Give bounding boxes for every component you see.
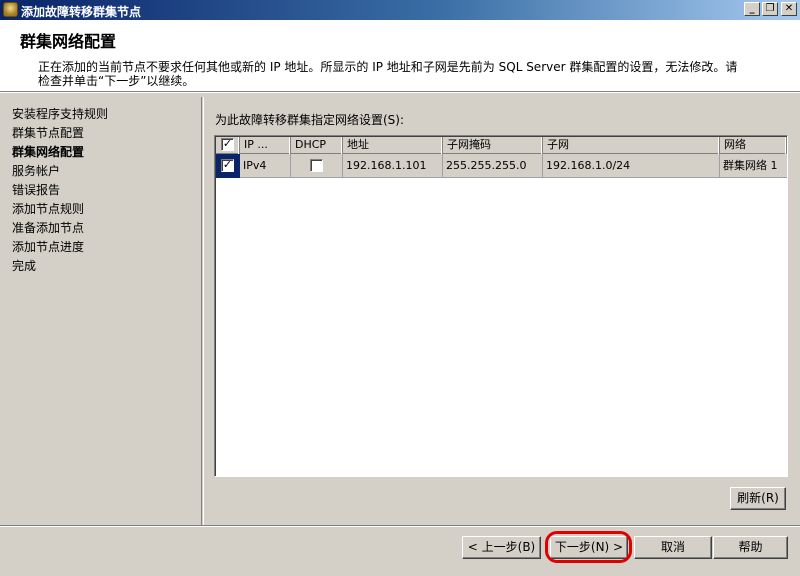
page-title: 群集网络配置 xyxy=(20,32,117,51)
refresh-button[interactable]: 刷新(R) xyxy=(730,487,786,510)
minimize-button[interactable]: _ xyxy=(744,2,760,16)
wizard-steps-nav: 安装程序支持规则 群集节点配置 群集网络配置 服务帐户 错误报告 添加节点规则 … xyxy=(0,97,202,525)
cell-network: 群集网络 1 xyxy=(723,159,778,172)
wizard-window: 添加故障转移群集节点 _ ❐ ✕ 群集网络配置 正在添加的当前节点不要求任何其他… xyxy=(0,0,800,576)
cell-address: 192.168.1.101 xyxy=(343,154,443,178)
grid-header: ✓ IP ... DHCP 地址 子网掩码 子网 网络 xyxy=(216,137,787,154)
help-button[interactable]: 帮助 xyxy=(713,536,788,559)
nav-item-ready-to-add-node[interactable]: 准备添加节点 xyxy=(12,219,84,236)
app-icon xyxy=(3,2,18,17)
nav-divider xyxy=(203,97,204,525)
nav-item-cluster-network-config[interactable]: 群集网络配置 xyxy=(12,143,84,160)
cancel-button[interactable]: 取消 xyxy=(634,536,712,559)
nav-item-cluster-node-config[interactable]: 群集节点配置 xyxy=(12,124,84,141)
network-settings-grid[interactable]: ✓ IP ... DHCP 地址 子网掩码 子网 网络 ✓ IPv4 192.1… xyxy=(214,135,788,477)
column-header-dhcp[interactable]: DHCP xyxy=(291,137,343,154)
nav-item-complete[interactable]: 完成 xyxy=(12,257,36,274)
column-header-network[interactable]: 网络 xyxy=(720,137,787,154)
title-bar[interactable]: 添加故障转移群集节点 _ ❐ ✕ xyxy=(0,0,800,20)
row-select-cell[interactable]: ✓ xyxy=(216,154,240,178)
header-divider xyxy=(0,92,800,93)
window-title: 添加故障转移群集节点 xyxy=(21,5,142,19)
dhcp-checkbox[interactable] xyxy=(310,159,323,172)
next-button-highlight-annotation xyxy=(545,531,632,563)
nav-item-add-node-rules[interactable]: 添加节点规则 xyxy=(12,200,84,217)
column-header-ip-type[interactable]: IP ... xyxy=(240,137,291,154)
network-settings-label: 为此故障转移群集指定网络设置(S): xyxy=(215,113,405,127)
back-button[interactable]: < 上一步(B) xyxy=(462,536,541,559)
nav-item-setup-support-rules[interactable]: 安装程序支持规则 xyxy=(12,105,108,122)
nav-item-service-accounts[interactable]: 服务帐户 xyxy=(12,162,60,179)
cell-subnet: 192.168.1.0/24 xyxy=(543,154,720,178)
column-header-subnet[interactable]: 子网 xyxy=(543,137,720,154)
page-header: 群集网络配置 正在添加的当前节点不要求任何其他或新的 IP 地址。所显示的 IP… xyxy=(0,20,800,92)
column-header-subnet-mask[interactable]: 子网掩码 xyxy=(443,137,543,154)
header-select-all-checkbox[interactable]: ✓ xyxy=(221,138,234,151)
cell-ip-type: IPv4 xyxy=(240,154,291,178)
header-select-cell[interactable]: ✓ xyxy=(216,137,240,154)
nav-item-error-reporting[interactable]: 错误报告 xyxy=(12,181,60,198)
column-header-address[interactable]: 地址 xyxy=(343,137,443,154)
nav-item-add-node-progress[interactable]: 添加节点进度 xyxy=(12,238,84,255)
footer-divider-highlight xyxy=(0,526,800,527)
close-button[interactable]: ✕ xyxy=(781,2,797,16)
cell-subnet-mask: 255.255.255.0 xyxy=(443,154,543,178)
row-checkbox[interactable]: ✓ xyxy=(221,159,234,172)
restore-button[interactable]: ❐ xyxy=(762,2,778,16)
cell-dhcp xyxy=(291,154,343,178)
table-row[interactable]: ✓ IPv4 192.168.1.101 255.255.255.0 192.1… xyxy=(216,154,787,178)
page-description: 正在添加的当前节点不要求任何其他或新的 IP 地址。所显示的 IP 地址和子网是… xyxy=(38,60,738,88)
